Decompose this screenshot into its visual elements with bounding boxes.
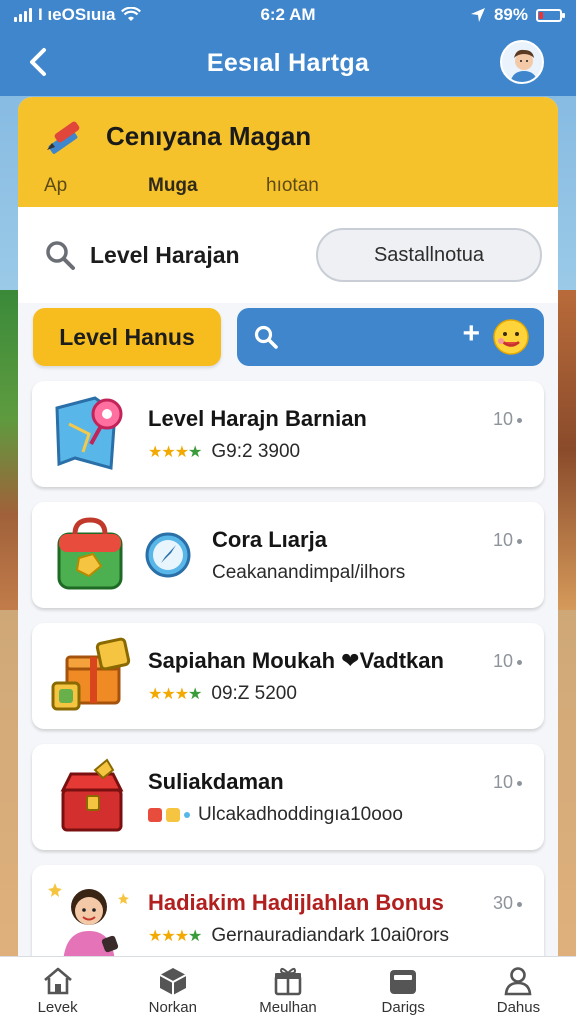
card-header: Cenıyana Magan Ap Muga hıotan [18, 97, 558, 207]
item-subtitle: Ulcakadhoddingıa10ooo [198, 803, 403, 825]
nav-item-darigs[interactable]: Darigs [346, 957, 461, 1024]
character-icon [42, 873, 142, 957]
nav-label: Dahus [496, 998, 541, 1016]
page-title: Eesıal Hartga [206, 48, 370, 77]
list-item[interactable]: Cora Lıarja Ceakanandimpal/ilhors 10 [32, 502, 544, 608]
search-action-button[interactable]: Sastallnotua [316, 228, 542, 282]
item-title: Sapiahan Moukah ❤Vadtkan [148, 647, 444, 673]
nav-item-levek[interactable]: Levek [0, 957, 115, 1024]
box-icon [159, 967, 187, 995]
tab-ap[interactable]: Ap [44, 175, 148, 197]
nav-label: Darigs [381, 998, 425, 1016]
back-button[interactable] [18, 42, 58, 82]
status-right: 89% [362, 5, 565, 25]
search-row: Level Harajan Sastallnotua [18, 207, 558, 303]
treasure-chest-icon [42, 752, 142, 842]
item-count: 10 [493, 530, 522, 551]
nav-item-dahus[interactable]: Dahus [461, 957, 576, 1024]
card-tabs: Ap Muga hıotan [44, 175, 534, 197]
item-count: 10 [493, 772, 522, 793]
item-count: 10 [493, 409, 522, 430]
item-count: 10 [493, 651, 522, 672]
user-avatar-icon [510, 49, 538, 82]
battery-percent: 89% [493, 5, 528, 24]
pencil-ruler-icon [47, 121, 80, 154]
nav-label: Levek [37, 998, 78, 1016]
item-list: Level Harajn Barnian ★★★★ G9:2 3900 10 C… [32, 381, 544, 957]
mini-badge-icons [148, 807, 190, 822]
backpack-icon [42, 510, 142, 600]
avatar[interactable] [500, 40, 544, 84]
emoji-face-icon[interactable] [492, 318, 530, 356]
item-subtitle: 09:Z 5200 [211, 682, 297, 704]
app-header: Eesıal Hartga [0, 30, 576, 96]
item-title: Level Harajn Barnian [148, 405, 367, 431]
home-icon [43, 967, 72, 994]
status-bar: I ιeOSıuıa 6:2 AM 89% [0, 0, 576, 30]
map-pin-icon [42, 389, 142, 479]
rating-stars: ★★★★ [148, 443, 202, 461]
list-item[interactable]: Hadiakim Hadijlahlan Bonus ★★★★ Gernaura… [32, 865, 544, 957]
tab-hiotan[interactable]: hıotan [266, 175, 319, 197]
list-item[interactable]: Sapiahan Moukah ❤Vadtkan ★★★★ 09:Z 5200 … [32, 623, 544, 729]
search-icon [254, 325, 278, 349]
search-label: Level Harajan [90, 241, 240, 268]
rating-stars: ★★★★ [148, 685, 202, 703]
location-arrow-icon [470, 8, 485, 22]
compass-icon [145, 532, 191, 578]
gift-icon [274, 967, 302, 995]
plus-icon[interactable]: + [462, 317, 480, 351]
action-row: Level Hanus + [33, 308, 544, 368]
item-title: Suliakdaman [148, 768, 284, 794]
wifi-icon [121, 7, 142, 21]
nav-item-norkan[interactable]: Norkan [115, 957, 230, 1024]
rating-stars: ★★★★ [148, 927, 202, 945]
card-title: Cenıyana Magan [106, 120, 312, 151]
signal-icon [14, 8, 32, 22]
item-subtitle: Ceakanandimpal/ilhors [212, 561, 406, 583]
level-button[interactable]: Level Hanus [33, 308, 221, 366]
chevron-left-icon [30, 48, 46, 76]
nav-label: Meulhan [259, 998, 317, 1016]
search-icon [46, 241, 75, 270]
status-time: 6:2 AM [260, 5, 316, 24]
battery-icon [536, 8, 565, 22]
quick-search-bar[interactable]: + [237, 308, 544, 366]
item-subtitle: Gernauradiandark 10ai0rors [211, 924, 450, 946]
user-icon [504, 966, 532, 995]
item-title: Hadiakim Hadijlahlan Bonus [148, 889, 444, 915]
bottom-nav: Levek Norkan Meulhan Darigs Dahus [0, 956, 576, 1024]
wallet-icon [390, 969, 417, 994]
list-item[interactable]: Level Harajn Barnian ★★★★ G9:2 3900 10 [32, 381, 544, 487]
nav-item-meulhan[interactable]: Meulhan [230, 957, 345, 1024]
gift-boxes-icon [42, 631, 142, 721]
list-item[interactable]: Suliakdaman Ulcakadhoddingıa10ooo 10 [32, 744, 544, 850]
item-count: 30 [493, 893, 522, 914]
tab-muga[interactable]: Muga [148, 175, 266, 197]
battery-fill [539, 11, 544, 19]
item-subtitle: G9:2 3900 [211, 440, 301, 462]
nav-label: Norkan [148, 998, 197, 1016]
carrier-label: I ιeOSıuıa [38, 5, 116, 24]
main-card: Cenıyana Magan Ap Muga hıotan Level Hara… [18, 97, 558, 957]
status-left: I ιeOSıuıa [14, 5, 214, 25]
